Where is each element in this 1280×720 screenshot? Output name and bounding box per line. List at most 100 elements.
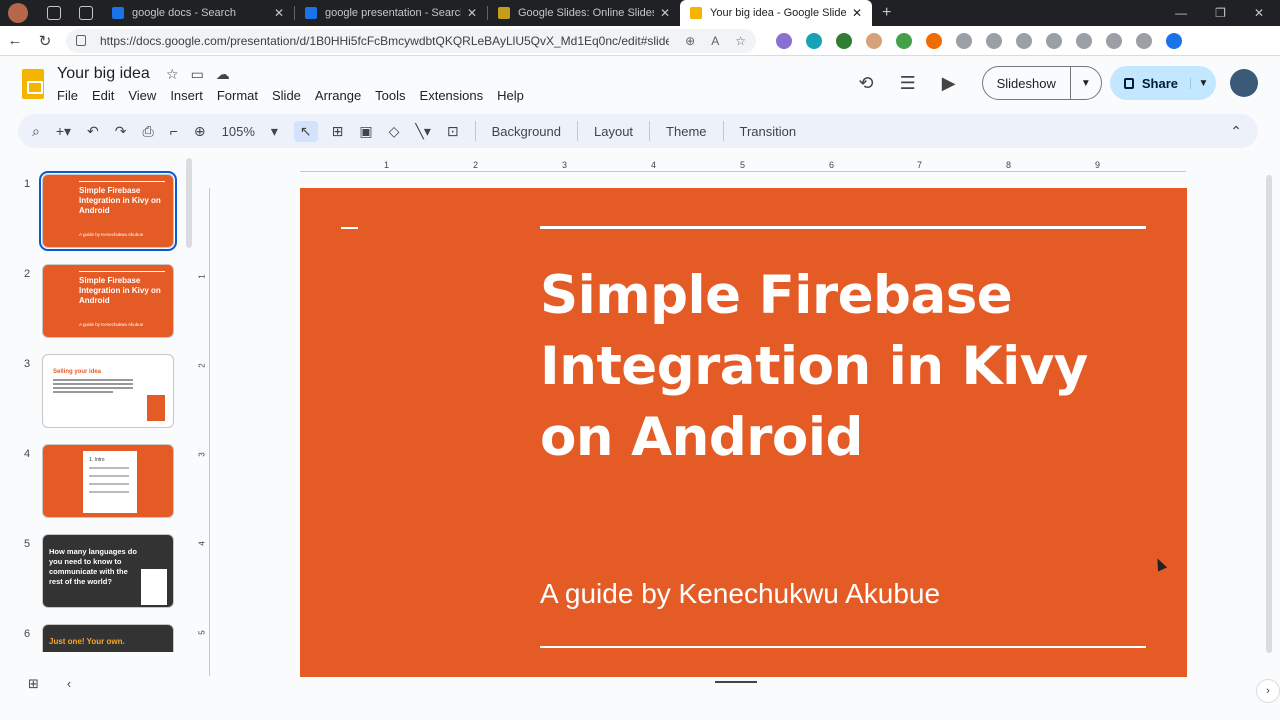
more-options-icon[interactable] xyxy=(1136,32,1152,49)
slide-thumbnail[interactable]: Selling your idea xyxy=(42,354,174,428)
add-comment-icon[interactable]: ⊡ xyxy=(447,123,459,140)
browser-tab-active[interactable]: Your big idea - Google Slides ✕ xyxy=(680,0,872,26)
close-tab-icon[interactable]: ✕ xyxy=(467,6,477,20)
slide-thumbnail[interactable]: Simple Firebase Integration in Kivy on A… xyxy=(42,264,174,338)
collapse-toolbar-icon[interactable]: ⌃ xyxy=(1230,123,1242,140)
close-tab-icon[interactable]: ✕ xyxy=(660,6,670,20)
slide-subtitle[interactable]: A guide by Kenechukwu Akubue xyxy=(540,578,940,610)
share-button[interactable]: Share ▼ xyxy=(1109,66,1216,100)
copilot-icon[interactable] xyxy=(1166,32,1182,49)
slideshow-dropdown-icon[interactable]: ▼ xyxy=(1071,78,1101,89)
paint-format-icon[interactable]: ⌐ xyxy=(170,123,178,139)
tab-actions-icon[interactable] xyxy=(79,6,93,20)
new-slide-icon[interactable]: +▾ xyxy=(56,123,71,140)
slide-thumbnail[interactable]: Simple Firebase Integration in Kivy on A… xyxy=(39,171,177,251)
slide-thumbnail[interactable]: Just one! Your own. xyxy=(42,624,174,652)
menu-view[interactable]: View xyxy=(128,88,163,103)
read-aloud-icon[interactable]: A xyxy=(711,34,719,48)
browser-tab[interactable]: google presentation - Search ✕ xyxy=(295,0,487,26)
close-window-icon[interactable]: ✕ xyxy=(1254,6,1264,20)
slide-canvas[interactable]: Simple Firebase Integration in Kivy on A… xyxy=(300,188,1187,677)
slideshow-label[interactable]: Slideshow xyxy=(983,67,1071,99)
speaker-notes-handle[interactable] xyxy=(715,681,757,683)
account-avatar[interactable] xyxy=(1230,69,1258,97)
search-menus-icon[interactable]: ⌕ xyxy=(32,123,40,140)
downloads-icon[interactable] xyxy=(1076,32,1092,49)
extension-icon[interactable] xyxy=(806,32,822,49)
browser-tab[interactable]: google docs - Search ✕ xyxy=(102,0,294,26)
menu-help[interactable]: Help xyxy=(497,88,531,103)
menu-tools[interactable]: Tools xyxy=(375,88,412,103)
close-tab-icon[interactable]: ✕ xyxy=(274,6,284,20)
slide-thumbnail[interactable]: 1. Intro xyxy=(42,444,174,518)
minimize-icon[interactable]: — xyxy=(1175,6,1187,20)
layout-button[interactable]: Layout xyxy=(588,124,639,139)
text-box-icon[interactable]: ⊞ xyxy=(332,123,344,140)
menu-arrange[interactable]: Arrange xyxy=(315,88,368,103)
collapse-filmstrip-icon[interactable]: ‹ xyxy=(67,676,71,692)
menu-slide[interactable]: Slide xyxy=(272,88,308,103)
split-screen-icon[interactable] xyxy=(986,32,1002,49)
url-text[interactable]: https://docs.google.com/presentation/d/1… xyxy=(100,34,669,48)
maximize-icon[interactable]: ❐ xyxy=(1215,6,1226,20)
performance-icon[interactable] xyxy=(1106,32,1122,49)
move-folder-icon[interactable]: ▭ xyxy=(191,66,204,83)
transition-button[interactable]: Transition xyxy=(734,124,803,139)
star-icon[interactable]: ☆ xyxy=(166,66,179,83)
zoom-icon[interactable]: ⊕ xyxy=(685,34,695,48)
grid-view-icon[interactable]: ⊞ xyxy=(28,676,39,692)
extension-icon[interactable] xyxy=(836,32,852,49)
cloud-saved-icon[interactable]: ☁ xyxy=(216,66,230,83)
document-title[interactable]: Your big idea xyxy=(57,65,150,83)
print-icon[interactable]: ⎙ xyxy=(143,123,154,140)
show-side-panel-icon[interactable]: › xyxy=(1256,679,1280,703)
tab-title: Google Slides: Online Slideshow xyxy=(518,7,654,19)
zoom-select[interactable]: 105% xyxy=(222,124,255,139)
zoom-icon[interactable]: ⊕ xyxy=(194,123,206,140)
extensions-puzzle-icon[interactable] xyxy=(956,32,972,49)
extension-icon[interactable] xyxy=(776,32,792,49)
extension-icon[interactable] xyxy=(926,32,942,49)
address-bar[interactable]: https://docs.google.com/presentation/d/1… xyxy=(66,28,756,53)
extension-icon[interactable] xyxy=(866,32,882,49)
slide-number: 3 xyxy=(24,358,31,370)
theme-button[interactable]: Theme xyxy=(660,124,712,139)
slide-title[interactable]: Simple Firebase Integration in Kivy on A… xyxy=(540,260,1140,473)
back-icon[interactable]: ← xyxy=(0,32,30,49)
version-history-icon[interactable]: ⟲ xyxy=(859,73,874,94)
select-tool-icon[interactable]: ↖ xyxy=(293,120,318,142)
menu-file[interactable]: File xyxy=(57,88,85,103)
insert-image-icon[interactable]: ▣ xyxy=(359,123,372,140)
reload-icon[interactable]: ↻ xyxy=(30,32,60,50)
comments-icon[interactable]: ☰ xyxy=(900,73,916,94)
new-tab-icon[interactable]: + xyxy=(882,4,891,22)
zoom-dropdown-icon[interactable]: ▾ xyxy=(271,123,278,140)
lock-icon[interactable] xyxy=(76,35,86,46)
menu-edit[interactable]: Edit xyxy=(92,88,121,103)
share-label[interactable]: Share xyxy=(1142,76,1178,91)
slides-logo-icon[interactable] xyxy=(22,69,44,99)
menu-extensions[interactable]: Extensions xyxy=(420,88,491,103)
browser-tab[interactable]: Google Slides: Online Slideshow ✕ xyxy=(488,0,680,26)
extension-icon[interactable] xyxy=(896,32,912,49)
collections-icon[interactable] xyxy=(1046,32,1062,49)
slideshow-button[interactable]: Slideshow ▼ xyxy=(981,66,1102,100)
menu-format[interactable]: Format xyxy=(217,88,265,103)
favorite-star-icon[interactable]: ☆ xyxy=(735,34,746,48)
shape-icon[interactable]: ◇ xyxy=(389,123,400,140)
background-button[interactable]: Background xyxy=(486,124,567,139)
undo-icon[interactable]: ↶ xyxy=(87,123,99,140)
redo-icon[interactable]: ↷ xyxy=(115,123,127,140)
favorites-icon[interactable] xyxy=(1016,32,1032,49)
browser-profile-avatar[interactable] xyxy=(8,3,28,23)
line-icon[interactable]: ╲▾ xyxy=(415,123,430,140)
share-dropdown-icon[interactable]: ▼ xyxy=(1190,77,1216,89)
menu-insert[interactable]: Insert xyxy=(170,88,210,103)
slide-thumbnail[interactable]: How many languages do you need to know t… xyxy=(42,534,174,608)
meet-video-icon[interactable]: ▶ xyxy=(942,73,956,94)
filmstrip-scrollbar[interactable] xyxy=(186,158,192,248)
workspaces-icon[interactable] xyxy=(47,6,61,20)
close-tab-icon[interactable]: ✕ xyxy=(852,6,862,20)
canvas-vertical-scrollbar[interactable] xyxy=(1266,175,1272,653)
ruler-tick: 3 xyxy=(197,452,207,457)
